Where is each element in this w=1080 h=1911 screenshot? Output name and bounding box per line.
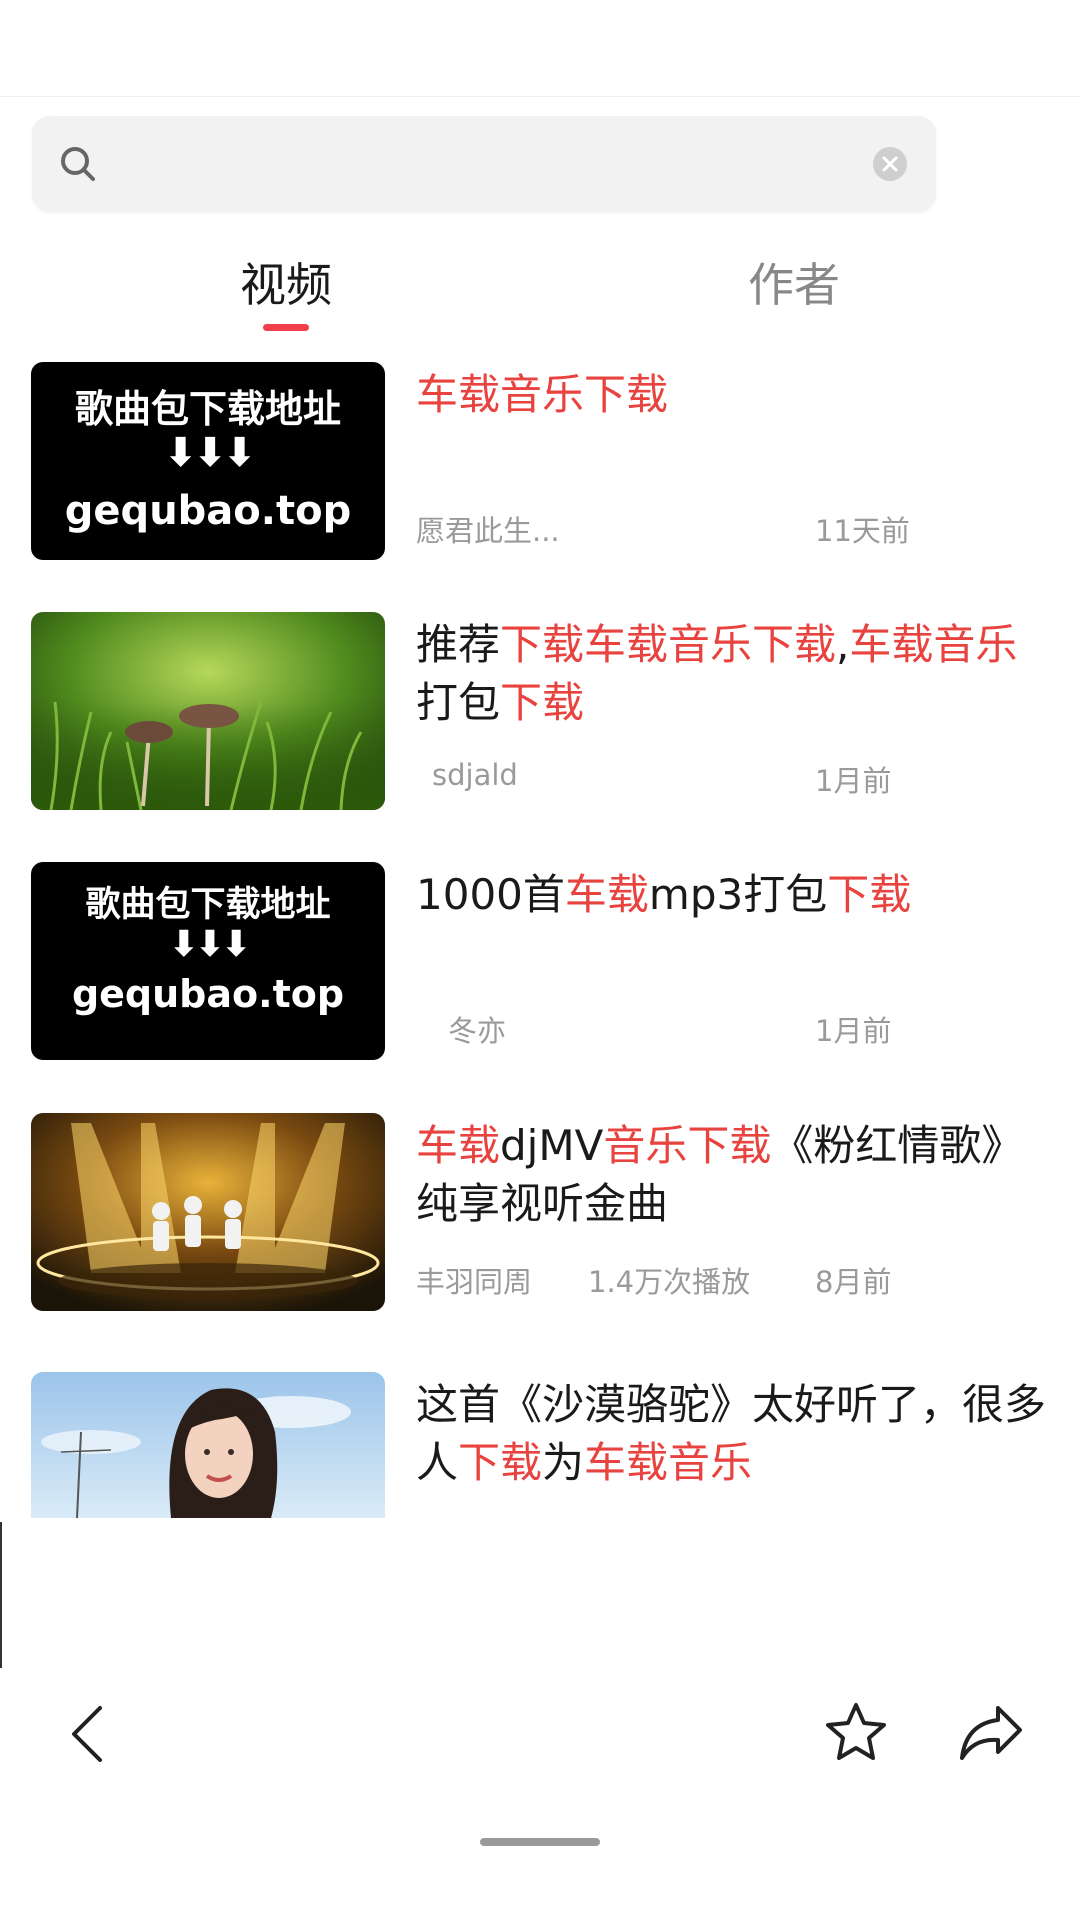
portrait-photo — [31, 1372, 385, 1518]
title-segment: 下载 — [827, 870, 912, 919]
title-segment: 音乐下载 — [603, 1121, 772, 1170]
clear-icon[interactable] — [872, 146, 908, 182]
tab-video[interactable]: 视频 — [186, 250, 386, 320]
publish-time: 11天前 — [815, 514, 910, 548]
video-thumbnail[interactable] — [31, 1372, 385, 1518]
play-count: 1.4万次播放 — [588, 1265, 751, 1299]
video-title[interactable]: 车载djMV音乐下载《粉红情歌》纯享视听金曲 — [416, 1117, 1056, 1233]
result-item[interactable]: 歌曲包下载地址 ⬇⬇⬇ gequbao.top 1000首车载mp3打包下载 冬… — [0, 862, 1080, 1062]
title-segment: 车载音乐下载 — [416, 370, 669, 419]
title-segment: 车载音乐 — [584, 1438, 753, 1487]
tab-author[interactable]: 作者 — [694, 250, 894, 320]
result-item[interactable]: 这首《沙漠骆驼》太好听了，很多人下载为车载音乐 — [0, 1372, 1080, 1518]
video-thumbnail[interactable] — [31, 612, 385, 810]
video-title[interactable]: 推荐下载车载音乐下载,车载音乐打包下载 — [416, 616, 1056, 732]
title-segment: 下载 — [500, 678, 585, 727]
mushroom-photo — [31, 612, 385, 810]
down-arrows-icon: ⬇⬇⬇ — [168, 924, 252, 965]
title-segment: 推荐 — [416, 620, 501, 669]
share-icon[interactable] — [958, 1702, 1024, 1762]
video-title[interactable]: 这首《沙漠骆驼》太好听了，很多人下载为车载音乐 — [416, 1376, 1056, 1492]
title-segment: 下载 — [458, 1438, 543, 1487]
video-thumbnail[interactable]: 歌曲包下载地址 ⬇⬇⬇ gequbao.top — [31, 362, 385, 560]
back-icon[interactable] — [60, 1702, 116, 1766]
thumbnail-text: gequbao.top — [64, 488, 352, 534]
thumbnail-text: 歌曲包下载地址 — [74, 387, 341, 431]
title-segment: 1000首 — [416, 870, 565, 919]
video-title[interactable]: 1000首车载mp3打包下载 — [416, 866, 1056, 924]
publish-time: 8月前 — [815, 1265, 892, 1299]
video-thumbnail[interactable] — [31, 1113, 385, 1311]
search-input[interactable] — [122, 134, 862, 194]
title-segment: mp3打包 — [648, 870, 828, 919]
author-name[interactable]: 冬亦 — [448, 1008, 506, 1050]
publish-time: 1月前 — [815, 764, 892, 798]
search-icon — [61, 147, 95, 181]
search-bar[interactable] — [32, 116, 936, 212]
title-segment: djMV — [500, 1121, 604, 1170]
title-segment: 车载音乐 — [849, 620, 1018, 669]
author-name[interactable]: sdjald — [432, 758, 518, 792]
author-name[interactable]: 丰羽同周 — [416, 1259, 532, 1301]
title-segment: 为 — [542, 1438, 585, 1487]
bottom-toolbar — [0, 1680, 1080, 1790]
video-thumbnail[interactable]: 歌曲包下载地址 ⬇⬇⬇ gequbao.top — [31, 862, 385, 1060]
title-segment: 打包 — [416, 678, 501, 727]
top-divider — [0, 96, 1080, 97]
author-name[interactable]: 愿君此生... — [416, 508, 560, 550]
star-icon[interactable] — [824, 1700, 888, 1764]
stage-photo — [31, 1113, 385, 1311]
down-arrows-icon: ⬇⬇⬇ — [163, 430, 257, 476]
result-item[interactable]: 推荐下载车载音乐下载,车载音乐打包下载 sdjald 1月前 — [0, 612, 1080, 812]
tab-active-indicator — [263, 324, 309, 331]
thumbnail-text: gequbao.top — [71, 972, 345, 1016]
title-segment: 下载车载音乐下载 — [500, 620, 837, 669]
title-segment: , — [836, 620, 850, 669]
result-item[interactable]: 车载djMV音乐下载《粉红情歌》纯享视听金曲 丰羽同周 1.4万次播放 8月前 — [0, 1113, 1080, 1313]
publish-time: 1月前 — [815, 1014, 892, 1048]
thumbnail-text: 歌曲包下载地址 — [85, 885, 331, 925]
title-segment: 车载 — [564, 870, 649, 919]
video-title[interactable]: 车载音乐下载 — [416, 366, 1056, 424]
home-indicator[interactable] — [480, 1838, 600, 1846]
result-item[interactable]: 歌曲包下载地址 ⬇⬇⬇ gequbao.top 车载音乐下载 愿君此生... 1… — [0, 362, 1080, 562]
scroll-edge-line — [0, 1522, 2, 1668]
title-segment: 车载 — [416, 1121, 501, 1170]
